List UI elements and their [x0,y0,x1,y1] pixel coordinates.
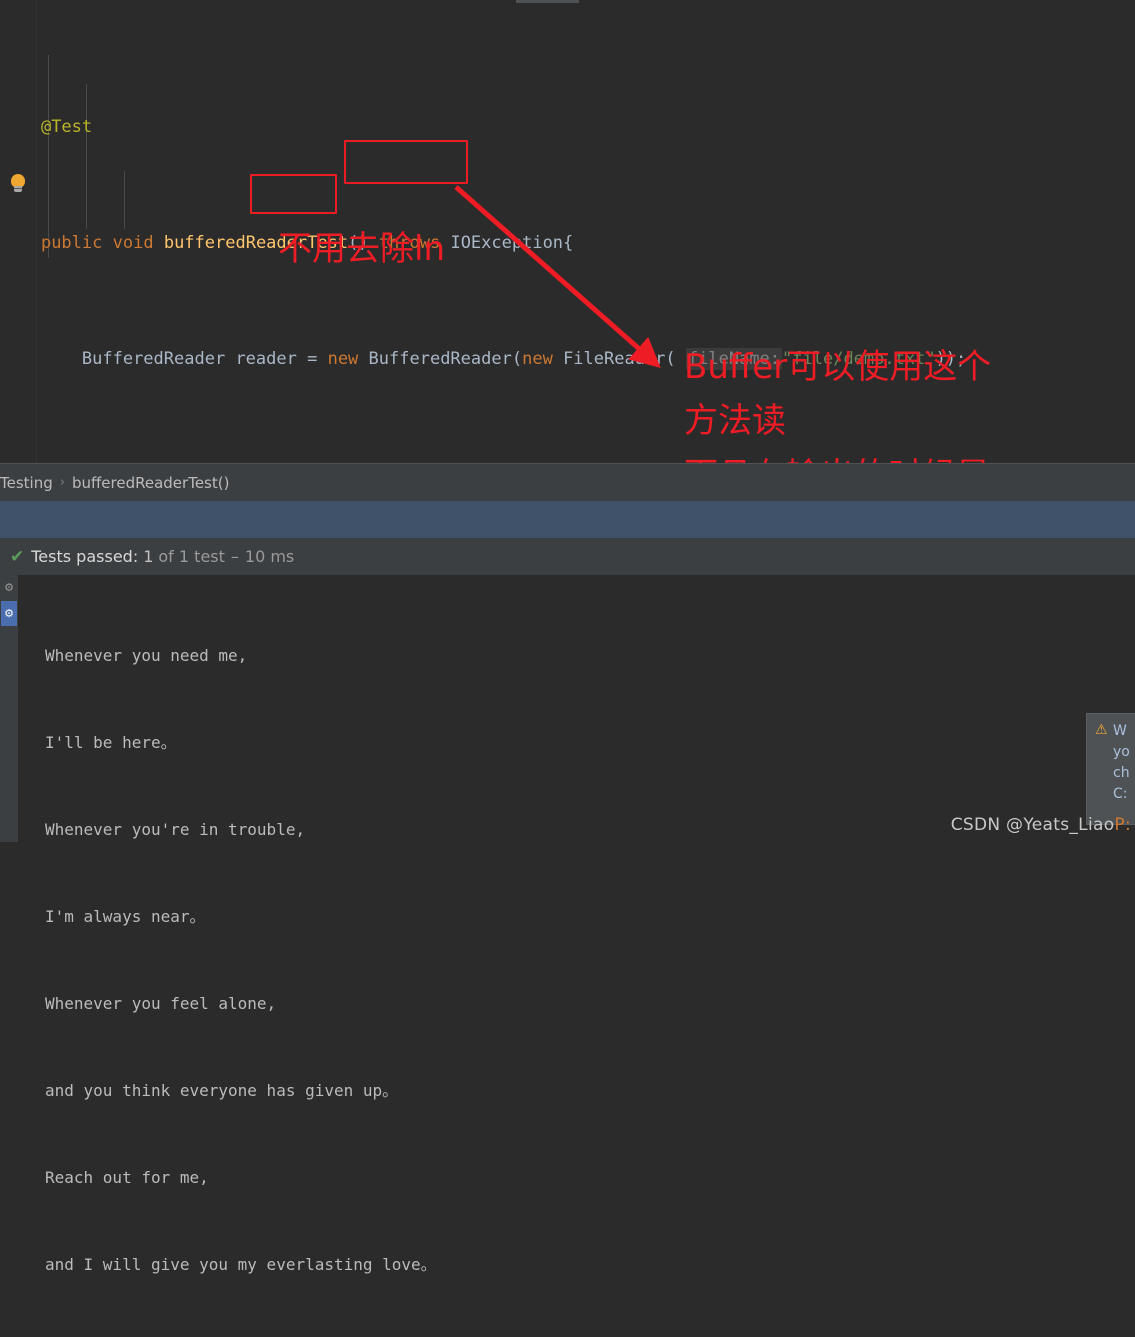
type-ioexception: IOException [450,233,564,253]
status-of-text: of 1 test [158,547,225,566]
watermark-trailing: P: [1114,815,1131,835]
annotation-token: @Test [40,117,93,137]
status-duration: 10 ms [244,547,295,566]
test-status-row: ✔ Tests passed: 1 of 1 test – 10 ms [0,538,1135,575]
notif-line-2: yo [1113,744,1130,760]
annotation-note-right-2: 方法读 [684,401,786,441]
notif-line-3: ch [1113,765,1130,781]
console-line: Whenever you need me, [45,646,248,665]
check-mark-icon: ✔ [10,546,25,567]
notif-line-4: C: [1113,786,1128,802]
selected-test-row[interactable] [0,501,1135,538]
breadcrumb-item-method[interactable]: bufferedReaderTest() [72,474,230,492]
console-gutter-icon-2-selected[interactable]: ⚙ [1,601,17,626]
console-output[interactable]: Whenever you need me, I'll be here。 When… [18,575,1135,1274]
status-label: Tests passed: [31,547,139,566]
keyword-new: new [327,349,359,369]
annotation-note-ln: 不用去除ln [278,229,445,269]
breadcrumb[interactable]: Testing › bufferedReaderTest() [0,464,1135,501]
status-count: 1 [143,547,154,566]
console-line: and I will give you my everlasting love。 [45,1255,437,1274]
code-line-2[interactable]: public void bufferedReaderTest() throws … [0,229,1135,258]
warning-notification-popup[interactable]: ⚠ W yo ch C: [1086,713,1135,825]
keyword-void: void [112,233,154,253]
ide-screenshot: @Test public void bufferedReaderTest() t… [0,0,1135,1274]
watermark-text: CSDN @Yeats_Liao [950,815,1115,835]
ctor-bufferedreader: BufferedReader [368,349,512,369]
notif-line-1: W [1113,723,1127,739]
console-line: I'm always near。 [45,907,206,926]
ctor-filereader: FileReader [563,349,666,369]
console-line: and you think everyone has given up。 [45,1081,399,1100]
type-bufferedreader: BufferedReader [81,349,226,369]
code-content[interactable]: @Test public void bufferedReaderTest() t… [0,26,1135,463]
keyword-new-2: new [522,349,553,369]
console-gutter[interactable]: ⚙ ⚙ [0,575,18,842]
code-editor[interactable]: @Test public void bufferedReaderTest() t… [0,0,1135,463]
console-gutter-icon-1[interactable]: ⚙ [1,575,17,600]
var-reader: reader [235,349,297,369]
top-clipped-element [516,0,579,3]
annotation-note-right-1: Buffer可以使用这个 [684,347,992,387]
code-line-1[interactable]: @Test [0,113,1135,142]
run-test-panel[interactable]: Testing › bufferedReaderTest() ✔ Tests p… [0,463,1135,1274]
keyword-public: public [40,233,103,253]
console-line: Reach out for me, [45,1168,209,1187]
breadcrumb-separator-icon: › [59,475,65,490]
console-line: Whenever you feel alone, [45,994,277,1013]
console-line: I'll be here。 [45,733,177,752]
status-dash: – [230,547,239,566]
warning-triangle-icon: ⚠ [1095,722,1108,738]
watermark: CSDN @Yeats_LiaoP: [951,815,1131,835]
breadcrumb-item-testing[interactable]: Testing [0,474,53,492]
